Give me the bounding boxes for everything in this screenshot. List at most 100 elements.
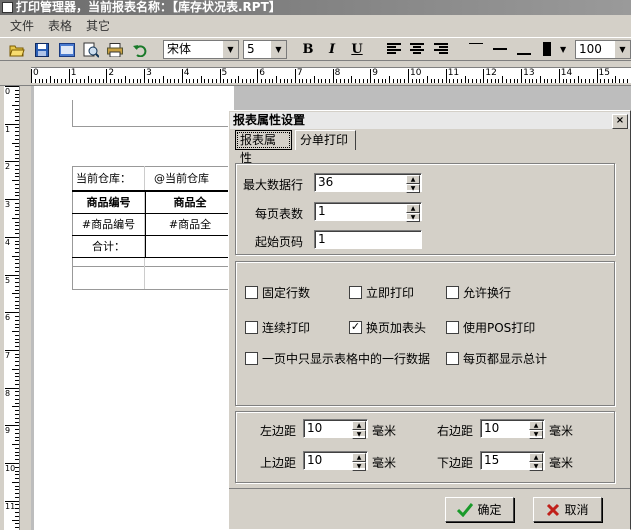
- ruler-tick: [317, 79, 319, 83]
- ruler-tick: [15, 308, 19, 310]
- print-now-label[interactable]: 立即打印: [366, 284, 414, 301]
- dialog-title-bar[interactable]: 报表属性设置 ×: [230, 112, 630, 129]
- pos-print-label[interactable]: 使用POS打印: [463, 319, 535, 336]
- ruler-tick: [5, 463, 19, 464]
- tab-report-properties[interactable]: 报表属性: [235, 130, 292, 165]
- continuous-print-label[interactable]: 连续打印: [262, 319, 310, 336]
- ruler-tick: [400, 79, 402, 83]
- left-margin-input[interactable]: 10 ▲ ▼: [303, 419, 368, 439]
- ruler-number: 14: [560, 68, 573, 78]
- chevron-down-icon[interactable]: ▼: [222, 41, 238, 58]
- align-right-icon[interactable]: [434, 43, 448, 55]
- ruler-tick: [490, 79, 492, 83]
- tables-per-page-input[interactable]: 1 ▲ ▼: [314, 202, 422, 222]
- ruler-tick: [385, 79, 387, 83]
- underline-button[interactable]: U: [348, 41, 366, 58]
- bottom-margin-input[interactable]: 15 ▲ ▼: [480, 451, 545, 471]
- pos-print-checkbox[interactable]: [446, 321, 459, 334]
- ruler-tick: [12, 519, 19, 521]
- header-on-new-page-checkbox[interactable]: ✓: [349, 321, 362, 334]
- ruler-tick: [347, 79, 349, 83]
- bottom-margin-label: 下边距: [437, 456, 474, 470]
- unit-label: 毫米: [372, 424, 397, 438]
- ruler-tick: [15, 304, 19, 306]
- italic-button[interactable]: I: [323, 41, 341, 58]
- ruler-number: 10: [5, 464, 16, 473]
- total-label-cell[interactable]: 合计：: [72, 236, 146, 258]
- continuous-print-checkbox[interactable]: [245, 321, 258, 334]
- ok-button[interactable]: 确定: [445, 497, 514, 522]
- row-name-cell[interactable]: #商品全: [146, 214, 234, 236]
- ruler-tick: [306, 79, 308, 83]
- total-each-page-checkbox[interactable]: [446, 352, 459, 365]
- color-block-icon[interactable]: [543, 42, 551, 56]
- fixed-rows-checkbox[interactable]: [245, 286, 258, 299]
- align-center-icon[interactable]: [410, 43, 424, 55]
- ruler-tick: [140, 79, 142, 83]
- ruler-tick: [483, 69, 485, 83]
- start-page-input[interactable]: 1: [314, 230, 422, 249]
- tab-split-print[interactable]: 分单打印: [295, 130, 356, 150]
- header-on-new-page-label[interactable]: 换页加表头: [366, 319, 426, 336]
- total-value-cell[interactable]: [146, 236, 234, 258]
- font-size-combo[interactable]: 5 ▼: [243, 40, 287, 59]
- allow-wrap-label[interactable]: 允许换行: [463, 284, 511, 301]
- stepper-icon[interactable]: ▲ ▼: [406, 175, 420, 193]
- menu-other[interactable]: 其它: [76, 15, 114, 34]
- save-icon[interactable]: [33, 41, 51, 58]
- right-margin-input[interactable]: 10 ▲ ▼: [480, 419, 545, 439]
- close-icon[interactable]: ×: [612, 114, 628, 129]
- ruler-tick: [15, 417, 19, 419]
- align-left-icon[interactable]: [387, 43, 401, 55]
- ruler-tick: [15, 116, 19, 118]
- top-margin-input[interactable]: 10 ▲ ▼: [303, 451, 368, 471]
- fixed-rows-label[interactable]: 固定行数: [262, 284, 310, 301]
- stepper-icon[interactable]: ▲ ▼: [529, 421, 543, 439]
- cancel-button[interactable]: 取消: [533, 497, 602, 522]
- total-each-page-label[interactable]: 每页都显示总计: [463, 350, 547, 367]
- ruler-tick: [76, 79, 78, 83]
- ruler-tick: [298, 79, 300, 83]
- left-margin-label: 左边距: [260, 424, 297, 438]
- basic-settings-group: 最大数据行 36 ▲ ▼ 每页表数 1 ▲ ▼ 起始页码 1: [235, 163, 615, 255]
- stepper-icon[interactable]: ▲ ▼: [529, 453, 543, 471]
- ruler-tick: [132, 79, 134, 83]
- print-now-checkbox[interactable]: [349, 286, 362, 299]
- font-name-combo[interactable]: 宋体 ▼: [163, 40, 239, 59]
- zoom-combo[interactable]: 100 ▼: [575, 40, 631, 59]
- ruler-tick: [68, 69, 70, 83]
- stepper-icon[interactable]: ▲ ▼: [406, 204, 420, 222]
- stepper-icon[interactable]: ▲ ▼: [352, 421, 366, 439]
- page-setup-icon[interactable]: [58, 41, 76, 58]
- bold-button[interactable]: B: [299, 41, 317, 58]
- row-code-cell[interactable]: #商品编号: [72, 214, 146, 236]
- ruler-tick: [15, 334, 19, 336]
- print-preview-icon[interactable]: [82, 41, 100, 58]
- ruler-tick: [313, 76, 315, 83]
- undo-icon[interactable]: [131, 41, 149, 58]
- ruler-tick: [15, 357, 19, 359]
- one-row-per-page-checkbox[interactable]: [245, 352, 258, 365]
- ruler-tick: [370, 69, 372, 83]
- border-middle-icon[interactable]: [493, 48, 507, 60]
- chevron-down-icon[interactable]: ▼: [614, 41, 630, 58]
- window-title: 打印管理器，当前报表名称：【库存状况表.RPT】: [16, 0, 281, 14]
- stepper-icon[interactable]: ▲ ▼: [352, 453, 366, 471]
- border-top-icon[interactable]: [469, 43, 483, 55]
- print-icon[interactable]: [106, 41, 124, 58]
- ruler-tick: [15, 421, 19, 423]
- col1-header[interactable]: 商品编号: [72, 192, 146, 214]
- menu-table[interactable]: 表格: [38, 15, 76, 34]
- ruler-number: 6: [259, 68, 265, 78]
- ruler-tick: [577, 76, 579, 83]
- chevron-down-icon[interactable]: ▼: [560, 45, 566, 54]
- chevron-down-icon[interactable]: ▼: [270, 41, 286, 58]
- menu-file[interactable]: 文件: [0, 15, 38, 34]
- open-folder-icon[interactable]: [8, 41, 26, 58]
- col2-header[interactable]: 商品全: [146, 192, 234, 214]
- ruler-tick: [15, 338, 19, 340]
- max-rows-input[interactable]: 36 ▲ ▼: [314, 173, 422, 193]
- ruler-tick: [5, 500, 19, 502]
- one-row-per-page-label[interactable]: 一页中只显示表格中的一行数据: [262, 350, 430, 367]
- allow-wrap-checkbox[interactable]: [446, 286, 459, 299]
